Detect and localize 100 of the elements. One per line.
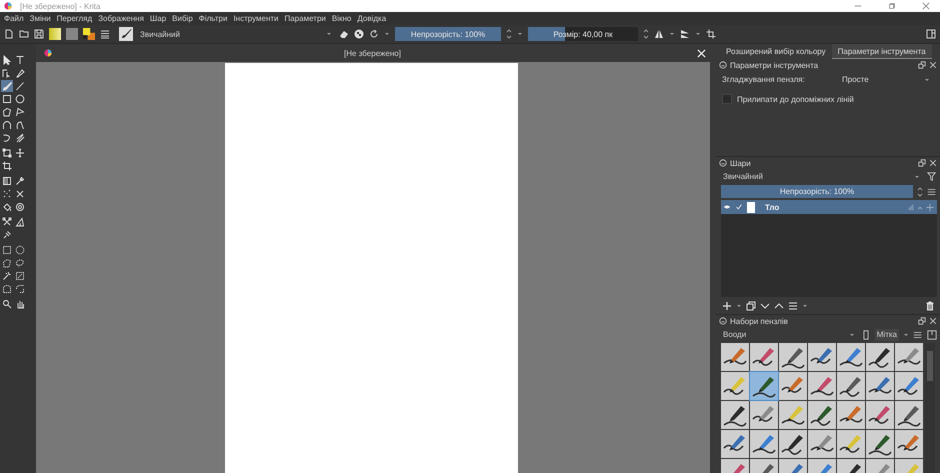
tool-button[interactable] <box>1 93 13 105</box>
caret-icon[interactable] <box>517 31 523 37</box>
caret-icon[interactable] <box>669 31 675 37</box>
brush-preset[interactable] <box>750 401 778 429</box>
properties-icon[interactable] <box>788 300 798 310</box>
tool-button[interactable] <box>1 201 13 213</box>
chevron-up-icon[interactable] <box>774 300 784 310</box>
canvas-background[interactable] <box>36 62 710 473</box>
brush-preset[interactable] <box>866 343 894 371</box>
tool-button[interactable] <box>14 188 26 200</box>
brush-preset[interactable] <box>750 343 778 371</box>
checker-icon[interactable] <box>354 29 364 39</box>
tool-button[interactable] <box>14 106 26 118</box>
brush-preset[interactable] <box>808 343 836 371</box>
checkbox[interactable] <box>722 94 732 104</box>
float-icon[interactable] <box>918 159 926 167</box>
opacity-slider[interactable]: Непрозорість: 100% <box>395 27 501 41</box>
caret-icon[interactable] <box>903 332 909 338</box>
tool-button[interactable] <box>1 54 13 66</box>
tool-button[interactable] <box>14 244 26 256</box>
menu-item[interactable]: Вибір <box>172 14 193 23</box>
tool-button[interactable] <box>1 188 13 200</box>
menu-item[interactable]: Параметри <box>284 14 326 23</box>
tool-button[interactable] <box>14 175 26 187</box>
preset-editor-icon[interactable] <box>100 29 110 39</box>
tool-button[interactable] <box>14 67 26 79</box>
menu-item[interactable]: Перегляд <box>56 14 92 23</box>
tool-button[interactable] <box>14 132 26 144</box>
spinner-icon[interactable] <box>643 28 649 40</box>
brush-preset-icon[interactable] <box>119 27 133 41</box>
menu-item[interactable]: Шар <box>150 14 166 23</box>
brush-preset[interactable] <box>808 372 836 400</box>
brush-preset[interactable] <box>866 372 894 400</box>
brush-preset[interactable] <box>895 401 923 429</box>
spinner-icon[interactable] <box>917 186 923 198</box>
pattern-swatch[interactable] <box>66 28 78 40</box>
menu-icon[interactable] <box>927 186 937 196</box>
spinner-icon[interactable] <box>506 28 512 40</box>
menu-item[interactable]: Зображення <box>98 14 144 23</box>
tool-button[interactable] <box>14 216 26 228</box>
tool-button[interactable] <box>1 244 13 256</box>
menu-item[interactable]: Інструменти <box>233 14 279 23</box>
tool-button[interactable] <box>1 283 13 295</box>
tool-button[interactable] <box>14 93 26 105</box>
duplicate-icon[interactable] <box>746 300 756 310</box>
tool-button[interactable] <box>14 201 26 213</box>
tool-button[interactable] <box>14 257 26 269</box>
tool-button[interactable] <box>1 175 13 187</box>
smoothing-dropdown[interactable]: Просте <box>834 73 934 86</box>
tag-dropdown[interactable]: Вооди <box>721 328 857 341</box>
brush-preset[interactable] <box>837 401 865 429</box>
workspace-icon[interactable] <box>926 29 936 39</box>
eye-icon[interactable] <box>723 203 731 211</box>
menu-item[interactable]: Файл <box>4 14 24 23</box>
brush-preset[interactable] <box>721 343 749 371</box>
dock-tab[interactable]: Параметри інструмента <box>832 44 932 59</box>
tool-button[interactable] <box>1 106 13 118</box>
tool-button[interactable] <box>14 283 26 295</box>
save-icon[interactable] <box>34 29 44 39</box>
blend-mode-dropdown[interactable]: Звичайний <box>138 27 334 41</box>
brush-preset[interactable] <box>837 343 865 371</box>
caret-icon[interactable] <box>695 31 701 37</box>
gradient-swatch[interactable] <box>49 28 61 40</box>
tool-button[interactable] <box>1 270 13 282</box>
scrollbar[interactable] <box>925 343 935 473</box>
tool-button[interactable] <box>1 132 13 144</box>
mirror-vertical-icon[interactable] <box>680 29 690 39</box>
tool-button[interactable] <box>1 147 13 159</box>
color-swatches-icon[interactable] <box>83 28 95 40</box>
float-icon[interactable] <box>918 317 926 325</box>
mirror-horizontal-icon[interactable] <box>654 29 664 39</box>
tool-button[interactable] <box>14 54 26 66</box>
brush-preset[interactable] <box>895 372 923 400</box>
caret-icon[interactable] <box>736 302 742 308</box>
folder-icon[interactable] <box>19 29 29 39</box>
menu-item[interactable]: Довідка <box>357 14 386 23</box>
brush-preset[interactable] <box>895 343 923 371</box>
brush-preset[interactable] <box>808 401 836 429</box>
opacity-slider[interactable]: Непрозорість: 100% <box>721 185 913 198</box>
brush-preset[interactable] <box>837 372 865 400</box>
brush-preset[interactable] <box>721 401 749 429</box>
brush-preset[interactable] <box>750 372 778 400</box>
tool-button[interactable] <box>14 270 26 282</box>
caret-icon[interactable] <box>384 31 390 37</box>
check-icon[interactable] <box>735 203 743 211</box>
trash-icon[interactable] <box>925 300 935 310</box>
brush-preset[interactable] <box>721 372 749 400</box>
close-icon[interactable] <box>929 159 937 167</box>
eraser-icon[interactable] <box>339 29 349 39</box>
menu-item[interactable]: Зміни <box>30 14 51 23</box>
brush-preset[interactable] <box>779 372 807 400</box>
menu-item[interactable]: Фільтри <box>198 14 228 23</box>
new-document-icon[interactable] <box>4 29 14 39</box>
brush-preset[interactable] <box>779 343 807 371</box>
tool-button[interactable] <box>1 160 13 172</box>
tag-button[interactable]: Мітка <box>874 328 899 340</box>
tool-button[interactable] <box>14 80 26 92</box>
tool-button[interactable] <box>14 147 26 159</box>
reload-icon[interactable] <box>369 29 379 39</box>
close-icon[interactable] <box>929 61 937 69</box>
